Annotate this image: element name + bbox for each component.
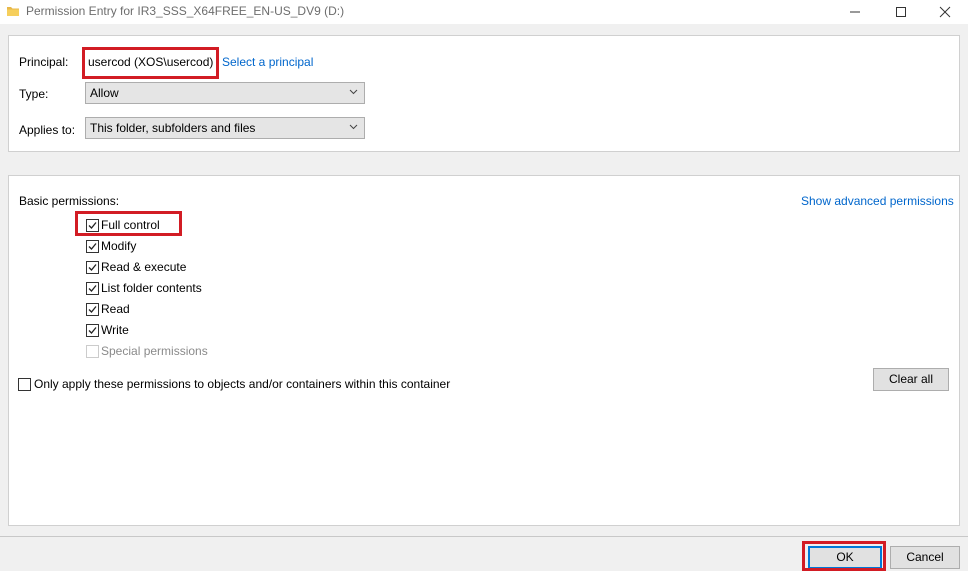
list-folder-contents-checkbox[interactable]: [86, 282, 99, 295]
read-label: Read: [101, 302, 130, 316]
type-dropdown[interactable]: Allow: [85, 82, 365, 104]
read-execute-label: Read & execute: [101, 260, 187, 274]
title-bar: Permission Entry for IR3_SSS_X64FREE_EN-…: [0, 0, 968, 24]
chevron-down-icon: [349, 124, 358, 130]
cancel-button[interactable]: Cancel: [890, 546, 960, 569]
minimize-icon: [850, 11, 860, 13]
list-folder-contents-label: List folder contents: [101, 281, 202, 295]
checkmark-icon: [88, 264, 97, 271]
principal-value: usercod (XOS\usercod): [88, 55, 214, 69]
applies-to-value: This folder, subfolders and files: [90, 121, 256, 135]
close-button[interactable]: [922, 0, 968, 24]
principal-label: Principal:: [19, 55, 69, 69]
checkmark-icon: [88, 222, 97, 229]
close-icon: [939, 6, 951, 18]
folder-icon: [6, 4, 20, 18]
applies-to-dropdown[interactable]: This folder, subfolders and files: [85, 117, 365, 139]
footer-divider: [0, 536, 968, 537]
basic-permissions-heading: Basic permissions:: [19, 194, 120, 208]
minimize-button[interactable]: [832, 0, 878, 24]
only-apply-checkbox[interactable]: [18, 378, 31, 391]
special-permissions-checkbox: [86, 345, 99, 358]
checkmark-icon: [88, 285, 97, 292]
window-title: Permission Entry for IR3_SSS_X64FREE_EN-…: [26, 4, 345, 18]
type-label: Type:: [19, 87, 49, 101]
select-principal-link[interactable]: Select a principal: [222, 55, 313, 69]
write-checkbox[interactable]: [86, 324, 99, 337]
chevron-down-icon: [349, 89, 358, 95]
only-apply-label: Only apply these permissions to objects …: [34, 377, 451, 391]
permissions-panel: Basic permissions: Show advanced permiss…: [8, 175, 960, 526]
write-label: Write: [101, 323, 129, 337]
full-control-checkbox[interactable]: [86, 219, 99, 232]
checkmark-icon: [88, 327, 97, 334]
modify-checkbox[interactable]: [86, 240, 99, 253]
show-advanced-permissions-link[interactable]: Show advanced permissions: [801, 194, 954, 208]
modify-label: Modify: [101, 239, 137, 253]
clear-all-button[interactable]: Clear all: [873, 368, 949, 391]
special-permissions-label: Special permissions: [101, 344, 208, 358]
type-value: Allow: [90, 86, 119, 100]
ok-button[interactable]: OK: [808, 546, 882, 569]
checkmark-icon: [88, 243, 97, 250]
checkmark-icon: [88, 306, 97, 313]
applies-to-label: Applies to:: [19, 123, 76, 137]
principal-panel: Principal: usercod (XOS\usercod) Select …: [8, 35, 960, 152]
maximize-button[interactable]: [878, 0, 924, 24]
maximize-icon: [896, 7, 906, 17]
read-execute-checkbox[interactable]: [86, 261, 99, 274]
read-checkbox[interactable]: [86, 303, 99, 316]
full-control-label: Full control: [101, 218, 160, 232]
